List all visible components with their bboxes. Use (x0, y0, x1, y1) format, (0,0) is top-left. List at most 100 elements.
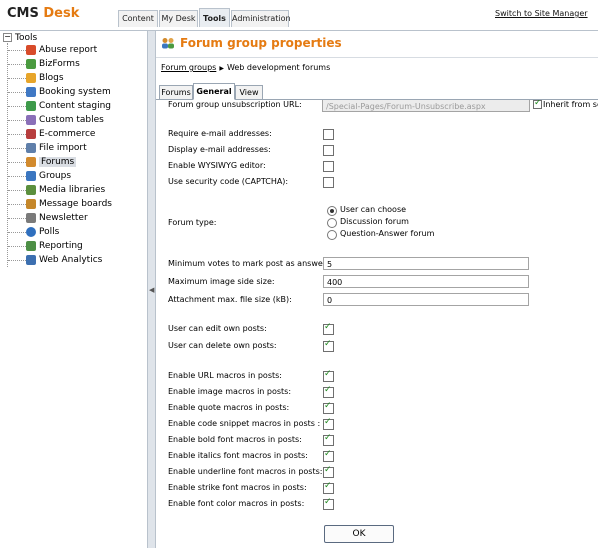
tab-view[interactable]: View (235, 85, 263, 100)
booking-system-icon (26, 87, 36, 97)
image-macros-label: Enable image macros in posts: (168, 387, 292, 396)
abuse-report-icon (26, 45, 36, 55)
tree-item-e-commerce[interactable]: E-commerce (8, 127, 95, 141)
tab-content[interactable]: Content (118, 10, 158, 27)
content-panel: Forum group properties Forum groups ▶ Web … (156, 31, 598, 548)
app-logo: CMS Desk (7, 6, 79, 21)
bold-macros-label: Enable bold font macros in posts: (168, 435, 302, 444)
bold-macros-checkbox[interactable] (323, 433, 334, 446)
logo-desk: Desk (43, 6, 80, 21)
tree-item-message-boards[interactable]: Message boards (8, 197, 112, 211)
content-staging-icon (26, 101, 36, 111)
file-import-icon (26, 143, 36, 153)
display-email-label: Display e-mail addresses: (168, 145, 271, 154)
e-commerce-icon (26, 129, 36, 139)
content-tabs: Forums General View (156, 83, 598, 100)
tree-item-forums[interactable]: Forums (8, 155, 77, 169)
underline-macros-checkbox[interactable] (323, 465, 334, 478)
forum-type-discussion-label: Discussion forum (340, 217, 409, 226)
max-image-input[interactable]: 400 (323, 275, 529, 288)
tree-root-tools[interactable]: − Tools (3, 33, 37, 43)
breadcrumb-current: Web development forums (226, 63, 331, 72)
forum-type-qa-radio[interactable] (327, 230, 337, 240)
inherit-label: Inherit from se (543, 100, 598, 109)
web-analytics-icon (26, 255, 36, 265)
color-macros-label: Enable font color macros in posts: (168, 499, 305, 508)
forum-type-user-choose-label: User can choose (340, 205, 407, 214)
media-libraries-icon (26, 185, 36, 195)
tab-tools[interactable]: Tools (199, 8, 230, 27)
tree-item-bizforms[interactable]: BizForms (8, 57, 80, 71)
code-macros-label: Enable code snippet macros in posts : (168, 419, 321, 428)
italics-macros-checkbox[interactable] (323, 449, 334, 462)
code-macros-checkbox[interactable] (323, 417, 334, 430)
reporting-icon (26, 241, 36, 251)
tab-my-desk[interactable]: My Desk (159, 10, 198, 27)
polls-icon (26, 227, 36, 237)
max-image-label: Maximum image side size: (168, 277, 275, 286)
collapse-left-icon[interactable]: ◀ (149, 286, 154, 294)
tree-item-groups[interactable]: Groups (8, 169, 71, 183)
image-macros-checkbox[interactable] (323, 385, 334, 398)
underline-macros-label: Enable underline font macros in posts: (168, 467, 323, 476)
tree-item-web-analytics[interactable]: Web Analytics (8, 253, 102, 267)
display-email-checkbox[interactable] (323, 145, 334, 156)
custom-tables-icon (26, 115, 36, 125)
blogs-icon (26, 73, 36, 83)
tab-general[interactable]: General (193, 83, 235, 100)
tree-root-label: Tools (15, 33, 38, 43)
strike-macros-checkbox[interactable] (323, 481, 334, 494)
tree-item-content-staging[interactable]: Content staging (8, 99, 111, 113)
forum-type-qa-label: Question-Answer forum (340, 229, 435, 238)
inherit-checkbox[interactable] (533, 100, 542, 109)
breadcrumb: Forum groups ▶ Web development forums (161, 63, 330, 72)
forum-group-icon (162, 38, 174, 49)
edit-posts-checkbox[interactable] (323, 322, 334, 335)
forum-type-label: Forum type: (168, 218, 217, 227)
italics-macros-label: Enable italics font macros in posts: (168, 451, 308, 460)
page-header: Forum group properties (156, 31, 598, 58)
groups-icon (26, 171, 36, 181)
bizforms-icon (26, 59, 36, 69)
unsubscription-url-input[interactable]: /Special-Pages/Forum-Unsubscribe.aspx (322, 100, 530, 112)
wysiwyg-label: Enable WYSIWYG editor: (168, 161, 266, 170)
switch-to-site-manager-link[interactable]: Switch to Site Manager (495, 9, 588, 18)
quote-macros-checkbox[interactable] (323, 401, 334, 414)
tab-forums[interactable]: Forums (159, 85, 193, 100)
attachment-size-label: Attachment max. file size (kB): (168, 295, 292, 304)
delete-posts-label: User can delete own posts: (168, 341, 277, 350)
forums-icon (26, 157, 36, 167)
tree-item-polls[interactable]: Polls (8, 225, 59, 239)
breadcrumb-forum-groups-link[interactable]: Forum groups (161, 63, 216, 72)
require-email-label: Require e-mail addresses: (168, 129, 272, 138)
url-macros-checkbox[interactable] (323, 369, 334, 382)
delete-posts-checkbox[interactable] (323, 339, 334, 352)
tree-item-reporting[interactable]: Reporting (8, 239, 83, 253)
pane-splitter[interactable]: ◀ (147, 31, 156, 548)
tree-item-file-import[interactable]: File import (8, 141, 87, 155)
quote-macros-label: Enable quote macros in posts: (168, 403, 290, 412)
collapse-icon[interactable]: − (3, 33, 12, 42)
color-macros-checkbox[interactable] (323, 497, 334, 510)
general-settings-form: Forum group unsubscription URL: /Special… (156, 100, 598, 548)
captcha-checkbox[interactable] (323, 177, 334, 188)
tree-item-blogs[interactable]: Blogs (8, 71, 64, 85)
forum-type-user-choose-radio[interactable] (327, 206, 337, 216)
tree-item-custom-tables[interactable]: Custom tables (8, 113, 104, 127)
captcha-label: Use security code (CAPTCHA): (168, 177, 289, 186)
tab-administration[interactable]: Administration (231, 10, 291, 27)
min-votes-input[interactable]: 5 (323, 257, 529, 270)
tree-item-media-libraries[interactable]: Media libraries (8, 183, 105, 197)
tree-item-newsletter[interactable]: Newsletter (8, 211, 88, 225)
breadcrumb-separator-icon: ▶ (219, 65, 224, 72)
attachment-size-input[interactable]: 0 (323, 293, 529, 306)
wysiwyg-checkbox[interactable] (323, 161, 334, 172)
tree-item-booking-system[interactable]: Booking system (8, 85, 111, 99)
edit-posts-label: User can edit own posts: (168, 324, 267, 333)
ok-button[interactable]: OK (324, 525, 394, 543)
unsubscription-url-label: Forum group unsubscription URL: (168, 100, 302, 109)
require-email-checkbox[interactable] (323, 129, 334, 140)
forum-type-discussion-radio[interactable] (327, 218, 337, 228)
tree-item-abuse-report[interactable]: Abuse report (8, 43, 97, 57)
newsletter-icon (26, 213, 36, 223)
